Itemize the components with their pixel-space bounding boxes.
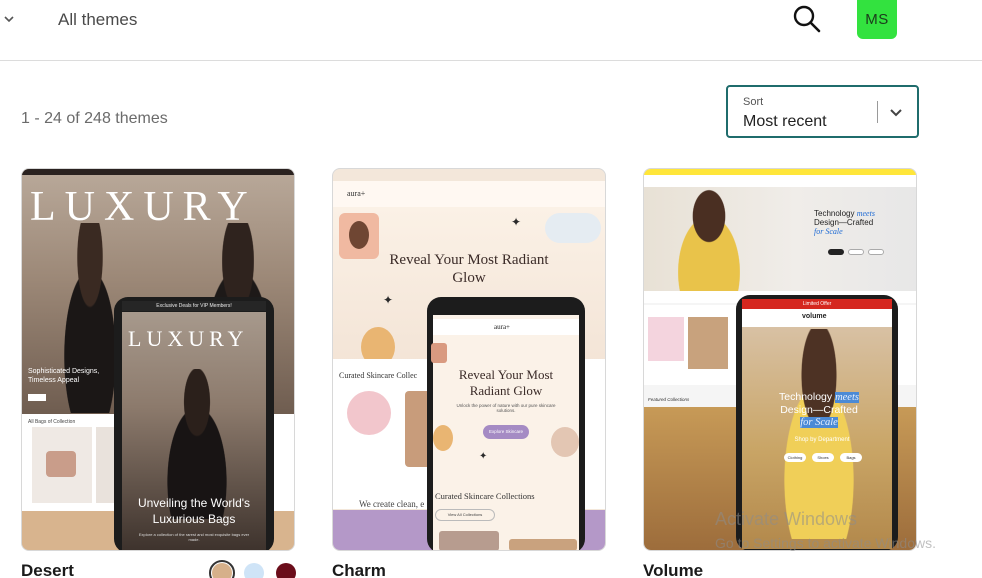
model-image (431, 343, 447, 363)
hero-line: Technology (814, 209, 855, 218)
phone-headline: Reveal Your Most Radiant Glow (458, 367, 554, 398)
chip: Shoes (812, 453, 834, 462)
phone-subtext: Unlock the power of nature with our pure… (456, 403, 556, 413)
preview-button (28, 394, 46, 401)
preview-headline: Reveal Your Most Radiant Glow (389, 252, 549, 286)
phone-title: LUXURY (128, 326, 249, 351)
hero-emphasis: for Scale (814, 227, 843, 237)
hero-emphasis: meets (856, 209, 875, 218)
color-swatches (209, 560, 300, 578)
phone-line: Technology (779, 391, 833, 403)
bag-image (46, 451, 76, 477)
preview-logo: aura+ (347, 189, 366, 198)
hand-image (433, 425, 453, 451)
section-title: Curated Skincare Collec (339, 371, 418, 380)
theme-name-volume[interactable]: Volume (643, 561, 703, 578)
sparkle-icon: ✦ (383, 293, 394, 307)
phone-logo: aura+ (494, 323, 510, 331)
phone-emphasis: for Scale (800, 417, 838, 429)
model-image (764, 329, 874, 539)
hero-buttons (828, 249, 888, 255)
sparkle-icon: ✦ (511, 215, 522, 229)
theme-name-charm[interactable]: Charm (332, 561, 386, 578)
sort-label: Sort (743, 96, 764, 108)
product-image (688, 317, 728, 369)
activation-watermark-subtitle: Go to Settings to activate Windows. (715, 535, 936, 551)
swatch-light-blue[interactable] (244, 563, 264, 578)
preview-title: LUXURY (30, 184, 257, 230)
theme-card-desert[interactable]: LUXURY Sophisticated Designs, Timeless A… (21, 168, 295, 551)
explore-button: Explore Skincare (483, 425, 529, 439)
sort-divider (877, 101, 878, 123)
preview-tagline: Sophisticated Designs, Timeless Appeal (28, 368, 100, 385)
results-count: 1 - 24 of 248 themes (21, 110, 168, 127)
product-image (648, 317, 684, 361)
theme-card-volume[interactable]: Technology meets Design—Crafted for Scal… (643, 168, 917, 551)
phone-logo: volume (802, 313, 827, 320)
preview-text: We create clean, e (359, 499, 425, 509)
chip: Clothing (784, 453, 806, 462)
phone-line: Design—Crafted (780, 404, 858, 417)
swatch-sand[interactable] (209, 560, 235, 578)
badge-image (545, 213, 601, 243)
phone-emphasis: meets (835, 392, 859, 403)
phone-subtext: Explore a collection of the rarest and m… (138, 532, 250, 542)
swatch-burgundy[interactable] (276, 563, 296, 578)
featured-label: Featured Collections (648, 397, 690, 402)
phone-section-title: Curated Skincare Collections (435, 491, 535, 501)
preview-nav (333, 181, 605, 207)
theme-name-desert[interactable]: Desert (21, 561, 74, 578)
product-image (347, 391, 391, 435)
collection-label: All Bags of Collection (28, 419, 76, 425)
activation-watermark-title: Activate Windows (715, 509, 858, 529)
theme-card-charm[interactable]: aura+ Reveal Your Most Radiant Glow ✦ ✦ … (332, 168, 606, 551)
phone-banner: Exclusive Deals for VIP Members! (122, 301, 266, 311)
phone-headline: Technology meets Design—Crafted for Scal… (774, 391, 864, 429)
breadcrumb[interactable]: All themes (58, 10, 137, 30)
phone-banner: Limited Offer (742, 299, 892, 309)
chevron-down-icon[interactable] (2, 12, 16, 26)
hero-headline: Technology meets Design—Crafted for Scal… (814, 209, 884, 237)
model-image (662, 187, 756, 291)
browser-strip (22, 169, 294, 175)
chip: Bags (840, 453, 862, 462)
avatar[interactable]: MS (857, 0, 897, 39)
shop-by-department: Shop by Department (794, 437, 850, 443)
phone-headline: Unveiling the World's Luxurious Bags (137, 496, 251, 527)
view-collections-button: View All Collections (435, 509, 495, 521)
model-image (339, 213, 379, 259)
preview-nav (644, 175, 916, 187)
avatar-initials: MS (865, 11, 889, 28)
sort-value: Most recent (743, 113, 827, 130)
department-chips: Clothing Shoes Bags (784, 453, 864, 463)
sparkle-icon: ✦ (479, 451, 488, 462)
product-image (509, 539, 577, 550)
product-image (439, 531, 499, 550)
model-image (551, 427, 579, 457)
sort-select[interactable]: Sort Most recent (726, 85, 919, 138)
hero-line: Design—Crafted (814, 218, 874, 228)
top-bar: All themes MS (0, 0, 982, 61)
search-icon[interactable] (792, 4, 822, 34)
chevron-down-icon (890, 109, 902, 117)
